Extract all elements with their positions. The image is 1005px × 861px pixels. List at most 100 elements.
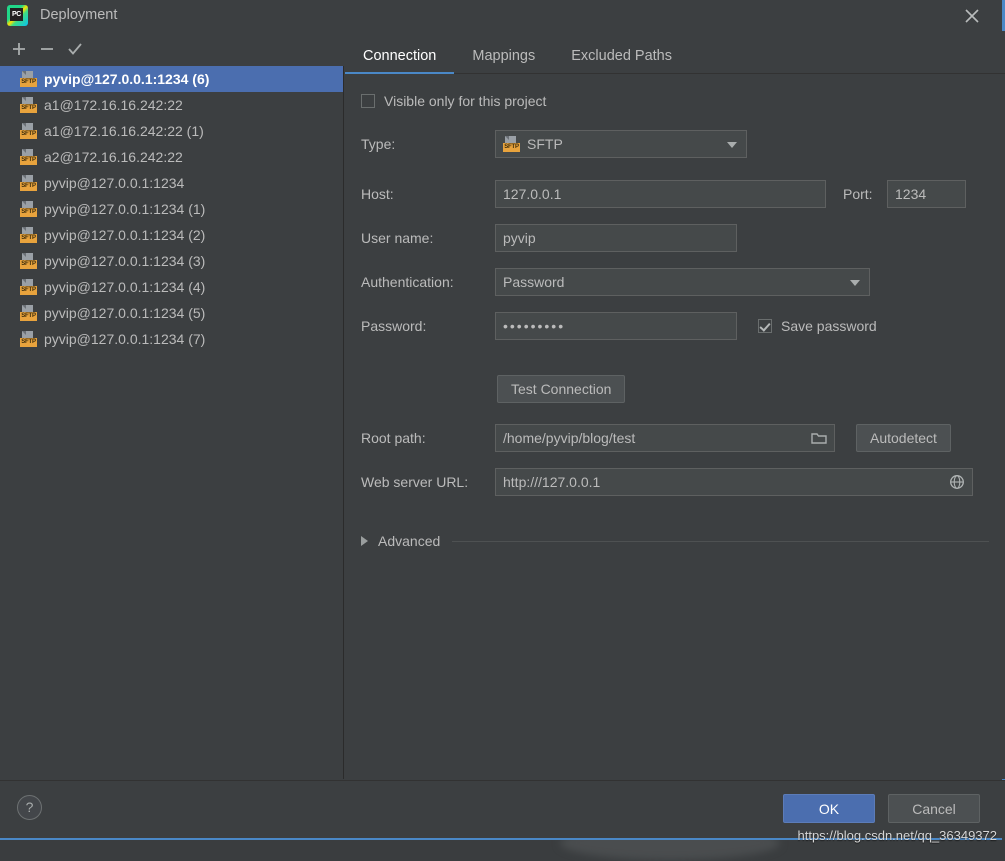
- deployment-dialog: PC Deployment SFTP pyvip@127.0.0.1:1234 …: [0, 0, 1005, 861]
- tab-excluded-paths[interactable]: Excluded Paths: [553, 48, 690, 73]
- chevron-down-icon: [727, 142, 737, 148]
- authentication-label: Authentication:: [361, 274, 454, 290]
- list-item[interactable]: SFTP pyvip@127.0.0.1:1234 (2): [0, 222, 343, 248]
- title-bar: PC Deployment: [0, 0, 1005, 31]
- list-item[interactable]: SFTP pyvip@127.0.0.1:1234: [0, 170, 343, 196]
- type-select[interactable]: SFTP SFTP: [495, 130, 747, 158]
- web-url-input[interactable]: http:///127.0.0.1: [495, 468, 973, 496]
- triangle-right-icon: [361, 536, 368, 546]
- save-password-checkbox[interactable]: Save password: [758, 318, 877, 334]
- sftp-icon-label: SFTP: [20, 233, 37, 243]
- username-input[interactable]: [495, 224, 737, 252]
- globe-icon[interactable]: [944, 469, 970, 495]
- advanced-separator: [452, 540, 989, 542]
- port-input[interactable]: [887, 180, 966, 208]
- list-item-label: pyvip@127.0.0.1:1234 (2): [44, 227, 206, 243]
- type-select-value: SFTP: [527, 136, 563, 152]
- root-path-input[interactable]: /home/pyvip/blog/test: [495, 424, 835, 452]
- list-item[interactable]: SFTP pyvip@127.0.0.1:1234 (3): [0, 248, 343, 274]
- advanced-label: Advanced: [378, 533, 441, 549]
- sftp-icon-label: SFTP: [20, 181, 37, 191]
- tab-bar: Connection Mappings Excluded Paths: [345, 35, 1005, 74]
- sftp-icon: SFTP: [20, 96, 37, 114]
- bottom-strip: [0, 840, 1005, 861]
- list-item[interactable]: SFTP pyvip@127.0.0.1:1234 (4): [0, 274, 343, 300]
- list-item-label: a1@172.16.16.242:22: [44, 97, 183, 113]
- test-connection-button[interactable]: Test Connection: [497, 375, 626, 403]
- sftp-icon: SFTP: [20, 278, 37, 296]
- connection-panel: Connection Mappings Excluded Paths Visible…: [345, 31, 1005, 779]
- list-item[interactable]: SFTP a1@172.16.16.242:22 (1): [0, 118, 343, 144]
- ok-button[interactable]: OK: [783, 794, 875, 823]
- sftp-icon: SFTP: [20, 174, 37, 192]
- sftp-icon: SFTP: [20, 70, 37, 88]
- root-path-value: /home/pyvip/blog/test: [503, 430, 636, 446]
- list-item-label: pyvip@127.0.0.1:1234 (1): [44, 201, 206, 217]
- host-input[interactable]: [495, 180, 826, 208]
- pycharm-logo-icon: PC: [7, 5, 28, 26]
- web-url-value: http:///127.0.0.1: [503, 474, 601, 490]
- close-icon[interactable]: [961, 5, 983, 27]
- sftp-icon: SFTP: [20, 304, 37, 322]
- save-password-checkbox-box: [758, 319, 772, 333]
- cancel-button[interactable]: Cancel: [888, 794, 980, 823]
- list-item-label: pyvip@127.0.0.1:1234 (3): [44, 253, 206, 269]
- minus-icon[interactable]: [33, 35, 61, 63]
- tab-mappings[interactable]: Mappings: [454, 48, 553, 73]
- sftp-icon: SFTP: [20, 148, 37, 166]
- host-label: Host:: [361, 186, 394, 202]
- list-item[interactable]: SFTP a1@172.16.16.242:22: [0, 92, 343, 118]
- visible-only-checkbox[interactable]: Visible only for this project: [361, 93, 546, 109]
- authentication-select[interactable]: Password: [495, 268, 870, 296]
- bottom-strip-shadow: [560, 840, 780, 860]
- plus-icon[interactable]: [5, 35, 33, 63]
- sftp-icon-label: SFTP: [20, 77, 37, 87]
- list-item[interactable]: SFTP pyvip@127.0.0.1:1234 (1): [0, 196, 343, 222]
- visible-only-checkbox-box: [361, 94, 375, 108]
- sftp-icon-label: SFTP: [20, 103, 37, 113]
- autodetect-button[interactable]: Autodetect: [856, 424, 951, 452]
- list-item-label: pyvip@127.0.0.1:1234 (6): [44, 71, 210, 87]
- tab-connection[interactable]: Connection: [345, 48, 455, 74]
- check-icon[interactable]: [61, 35, 89, 63]
- list-item[interactable]: SFTP pyvip@127.0.0.1:1234 (5): [0, 300, 343, 326]
- watermark: https://blog.csdn.net/qq_36349372: [797, 828, 998, 843]
- list-item-label: pyvip@127.0.0.1:1234 (5): [44, 305, 206, 321]
- help-button[interactable]: ?: [17, 795, 42, 820]
- server-list-toolbar: [0, 31, 344, 66]
- list-item-label: pyvip@127.0.0.1:1234 (4): [44, 279, 206, 295]
- username-label: User name:: [361, 230, 434, 246]
- password-input[interactable]: [495, 312, 737, 340]
- pycharm-logo-text: PC: [10, 8, 23, 21]
- chevron-down-icon: [850, 280, 860, 286]
- sftp-icon-label: SFTP: [20, 207, 37, 217]
- advanced-section-toggle[interactable]: Advanced: [361, 533, 989, 549]
- window-title: Deployment: [40, 7, 118, 23]
- authentication-select-value: Password: [503, 274, 565, 290]
- list-item[interactable]: SFTP pyvip@127.0.0.1:1234 (7): [0, 326, 343, 352]
- web-url-label: Web server URL:: [361, 474, 469, 490]
- sftp-icon-label: SFTP: [20, 129, 37, 139]
- root-path-label: Root path:: [361, 430, 426, 446]
- visible-only-label: Visible only for this project: [384, 93, 547, 109]
- sftp-icon: SFTP: [503, 135, 520, 153]
- list-item-label: a1@172.16.16.242:22 (1): [44, 123, 204, 139]
- folder-icon[interactable]: [806, 425, 832, 451]
- sftp-icon-label: SFTP: [20, 259, 37, 269]
- port-label: Port:: [843, 186, 873, 202]
- server-list[interactable]: SFTP pyvip@127.0.0.1:1234 (6) SFTP a1@172.1…: [0, 66, 344, 779]
- password-label: Password:: [361, 318, 427, 334]
- sftp-icon-label: SFTP: [503, 142, 520, 152]
- sftp-icon-label: SFTP: [20, 155, 37, 165]
- sftp-icon: SFTP: [20, 200, 37, 218]
- list-item[interactable]: SFTP pyvip@127.0.0.1:1234 (6): [0, 66, 343, 92]
- sftp-icon-label: SFTP: [20, 337, 37, 347]
- save-password-label: Save password: [781, 318, 877, 334]
- list-item-label: a2@172.16.16.242:22: [44, 149, 183, 165]
- sftp-icon-label: SFTP: [20, 285, 37, 295]
- sftp-icon: SFTP: [20, 226, 37, 244]
- type-label: Type:: [361, 136, 396, 152]
- list-item[interactable]: SFTP a2@172.16.16.242:22: [0, 144, 343, 170]
- sftp-icon: SFTP: [20, 330, 37, 348]
- list-item-label: pyvip@127.0.0.1:1234: [44, 175, 185, 191]
